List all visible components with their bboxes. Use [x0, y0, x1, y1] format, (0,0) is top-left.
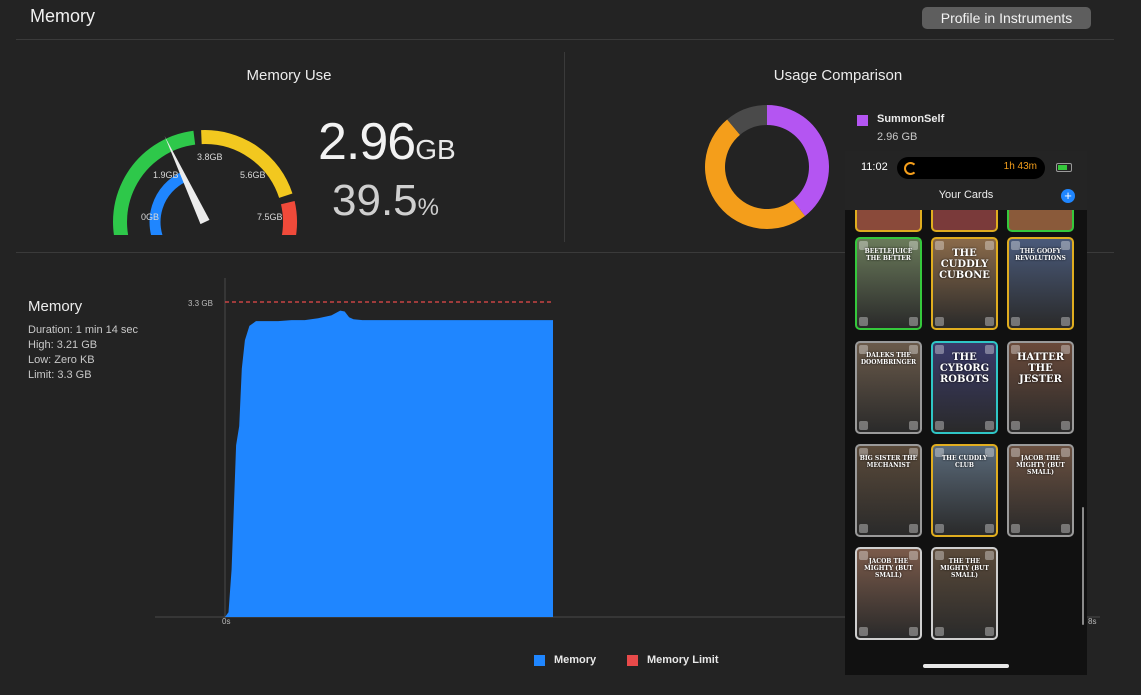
gauge-red-segment: [280, 201, 298, 235]
legend-swatch-summonself: [857, 115, 868, 126]
card-corner-icon: [1011, 421, 1020, 430]
usage-comparison-title: Usage Comparison: [773, 67, 903, 84]
card-tile[interactable]: BEETLEJUICE THE BETTER: [855, 237, 922, 330]
add-card-button[interactable]: +: [1061, 189, 1075, 203]
card-tile[interactable]: THE CYBORG ROBOTS: [931, 341, 998, 434]
card-tile[interactable]: THE CUDDLY CUBONE: [931, 237, 998, 330]
timer-icon: [904, 162, 917, 175]
legend-memory-limit: Memory Limit: [647, 654, 719, 666]
card-partial-3[interactable]: [1007, 210, 1074, 232]
card-tile[interactable]: HATTER THE JESTER: [1007, 341, 1074, 434]
stat-limit: Limit: 3.3 GB: [28, 369, 92, 381]
battery-icon: [1056, 163, 1072, 172]
card-title: THE CYBORG ROBOTS: [939, 352, 990, 385]
card-corner-icon: [1061, 524, 1070, 533]
card-corner-icon: [909, 421, 918, 430]
gauge-label-0: 0GB: [141, 212, 159, 222]
card-corner-icon: [1011, 317, 1020, 326]
x-tick-end: 8s: [1088, 617, 1096, 626]
usage-donut: [705, 105, 829, 229]
card-corner-icon: [859, 421, 868, 430]
card-tile[interactable]: JACOB THE MIGHTY (BUT SMALL): [855, 547, 922, 640]
card-corner-icon: [909, 524, 918, 533]
card-title: HATTER THE JESTER: [1016, 352, 1065, 385]
gauge-label-2: 3.8GB: [197, 152, 223, 162]
donut-app-slice: [767, 105, 829, 216]
stat-low: Low: Zero KB: [28, 354, 95, 366]
memory-area: [225, 310, 553, 617]
memory-percent-number: 39.5: [332, 176, 418, 225]
memory-percent-unit: %: [417, 194, 439, 221]
memory-use-title: Memory Use: [246, 67, 332, 84]
stat-duration: Duration: 1 min 14 sec: [28, 324, 139, 336]
activity-duration: 1h 43m: [1003, 161, 1037, 172]
card-corner-icon: [935, 627, 944, 636]
card-partial-2[interactable]: [931, 210, 998, 232]
card-title: BEETLEJUICE THE BETTER: [864, 248, 913, 262]
chart-title: Memory: [28, 298, 83, 315]
card-partial-1[interactable]: [855, 210, 922, 232]
gauge-usage-fill: [149, 171, 187, 235]
card-tile[interactable]: DALEKS THE DOOMBRINGER: [855, 341, 922, 434]
home-indicator[interactable]: [923, 664, 1009, 668]
gauge-label-3: 5.6GB: [240, 170, 266, 180]
card-corner-icon: [1011, 524, 1020, 533]
card-corner-icon: [909, 627, 918, 636]
card-tile[interactable]: JACOB THE MIGHTY (BUT SMALL): [1007, 444, 1074, 537]
legend-memory: Memory: [554, 654, 597, 666]
card-corner-icon: [1061, 317, 1070, 326]
profile-in-instruments-button[interactable]: Profile in Instruments: [922, 7, 1091, 29]
memory-gauge: 0GB 1.9GB 3.8GB 5.6GB 7.5GB: [113, 130, 298, 235]
legend-app-value: 2.96 GB: [877, 131, 918, 143]
memory-value: 2.96GB: [318, 112, 456, 172]
page-title: Memory: [30, 6, 96, 26]
card-title: JACOB THE MIGHTY (BUT SMALL): [1016, 455, 1065, 476]
dynamic-island: 1h 43m: [897, 157, 1045, 179]
card-title: THE CUDDLY CLUB: [941, 455, 988, 469]
phone-time: 11:02: [861, 161, 888, 173]
card-tile[interactable]: BIG SISTER THE MECHANIST: [855, 444, 922, 537]
card-corner-icon: [859, 627, 868, 636]
card-title: DALEKS THE DOOMBRINGER: [860, 352, 917, 366]
card-corner-icon: [859, 524, 868, 533]
memory-percent: 39.5%: [332, 176, 439, 226]
your-cards-title: Your Cards: [938, 189, 994, 201]
card-corner-icon: [985, 317, 994, 326]
stat-high: High: 3.21 GB: [28, 339, 98, 351]
card-corner-icon: [1061, 421, 1070, 430]
card-corner-icon: [935, 524, 944, 533]
panel-divider: [564, 52, 565, 242]
legend-swatch-memory-limit: [627, 655, 638, 666]
header-divider: [16, 39, 1114, 40]
card-tile[interactable]: THE CUDDLY CLUB: [931, 444, 998, 537]
card-title: THE GOOFY REVOLUTIONS: [1015, 248, 1066, 262]
card-corner-icon: [985, 421, 994, 430]
donut-other-slice: [705, 119, 806, 229]
card-corner-icon: [935, 421, 944, 430]
x-tick-start: 0s: [222, 617, 230, 626]
card-corner-icon: [985, 524, 994, 533]
card-title: JACOB THE MIGHTY (BUT SMALL): [864, 558, 913, 579]
gauge-label-4: 7.5GB: [257, 212, 283, 222]
card-title: BIG SISTER THE MECHANIST: [859, 455, 918, 469]
gauge-yellow-segment: [201, 130, 293, 199]
card-corner-icon: [935, 317, 944, 326]
legend-app-name: SummonSelf: [877, 113, 945, 125]
card-corner-icon: [909, 317, 918, 326]
legend-swatch-memory: [534, 655, 545, 666]
card-corner-icon: [859, 317, 868, 326]
card-title: THE THE MIGHTY (BUT SMALL): [940, 558, 989, 579]
card-tile[interactable]: THE THE MIGHTY (BUT SMALL): [931, 547, 998, 640]
card-corner-icon: [985, 627, 994, 636]
y-tick-limit: 3.3 GB: [188, 299, 213, 308]
phone-scrollbar[interactable]: [1082, 507, 1084, 625]
memory-value-unit: GB: [415, 134, 456, 165]
phone-simulator-screen[interactable]: 11:02 1h 43m Your Cards + BEETLEJUICE TH…: [845, 151, 1087, 675]
card-title: THE CUDDLY CUBONE: [939, 248, 990, 281]
memory-value-number: 2.96: [318, 113, 416, 171]
gauge-label-1: 1.9GB: [153, 170, 179, 180]
card-tile[interactable]: THE GOOFY REVOLUTIONS: [1007, 237, 1074, 330]
